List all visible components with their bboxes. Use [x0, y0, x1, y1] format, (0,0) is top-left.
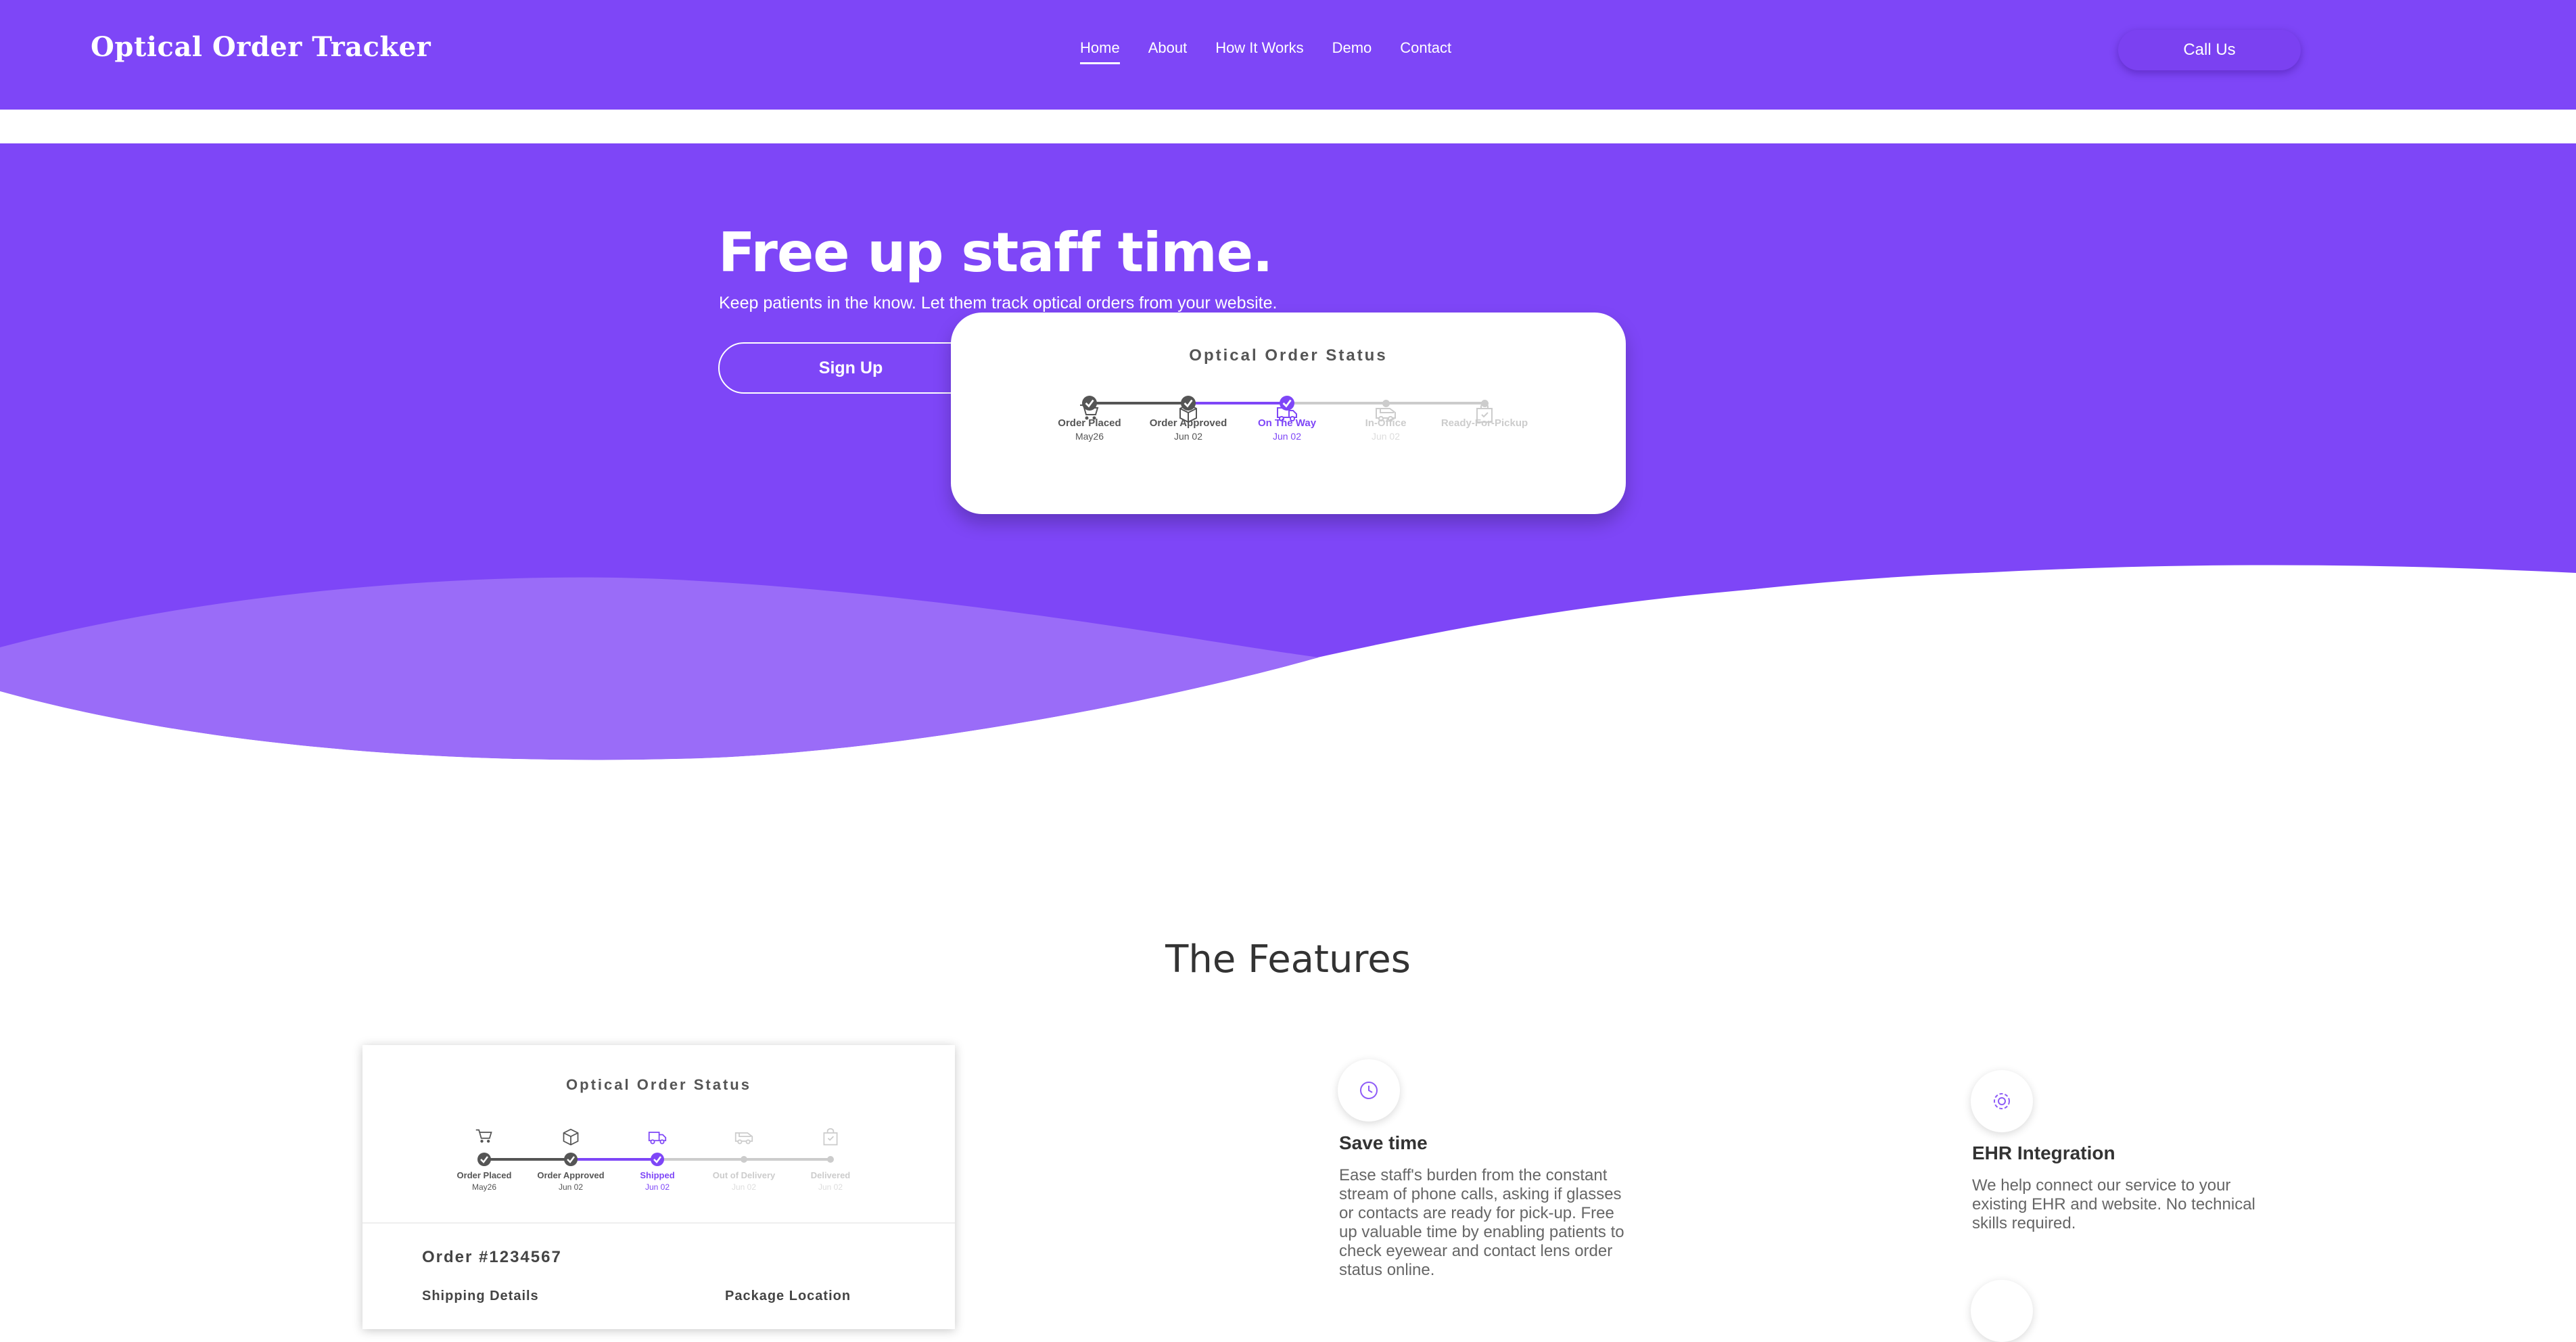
box-icon	[563, 1128, 579, 1146]
progress-line-segment	[1287, 402, 1386, 404]
status-card-title: Optical Order Status	[1189, 346, 1388, 365]
check-icon	[1184, 399, 1193, 408]
step-label: In-Office	[1365, 417, 1407, 429]
progress-line-segment	[1386, 402, 1484, 404]
step-date: Jun 02	[818, 1182, 843, 1192]
site-logo[interactable]: Optical Order Tracker	[91, 31, 431, 63]
step-dot	[1082, 396, 1097, 411]
check-icon	[653, 1156, 661, 1163]
order-number: Order #1234567	[422, 1248, 562, 1266]
step-label: Ready-For-Pickup	[1441, 417, 1528, 429]
progress-line-segment	[1188, 402, 1287, 404]
step-date: Jun 02	[1272, 431, 1302, 442]
step-label: On The Way	[1257, 417, 1317, 429]
gear-icon	[1994, 1093, 2010, 1109]
sign-up-button[interactable]: Sign Up	[718, 342, 983, 394]
step-date: Jun 02	[1371, 431, 1401, 442]
hero-title: Free up staff time.	[718, 221, 1273, 284]
feature-ehr-title: EHR Integration	[1972, 1142, 2115, 1163]
step-date: Jun 02	[1173, 431, 1203, 442]
nav-home[interactable]: Home	[1080, 39, 1120, 64]
gear-icon-badge	[1971, 1070, 2033, 1132]
main-nav: Home About How It Works Demo Contact	[1080, 39, 1480, 64]
check-icon	[567, 1156, 575, 1163]
progress-line-segment	[571, 1158, 657, 1161]
hero-subtitle: Keep patients in the know. Let them trac…	[719, 294, 1278, 313]
feature-ehr-text: We help connect our service to your exis…	[1972, 1176, 2255, 1232]
features-title: The Features	[1165, 938, 1411, 981]
header-gap	[0, 110, 2576, 143]
progress-line-segment	[1090, 402, 1188, 404]
demo-status-title: Optical Order Status	[566, 1076, 751, 1093]
feature-save-time-title: Save time	[1339, 1132, 1428, 1153]
nav-contact[interactable]: Contact	[1400, 39, 1451, 64]
step-dot	[1480, 399, 1489, 407]
progress-line-segment	[484, 1158, 571, 1161]
step-label: Order Placed	[1058, 417, 1121, 429]
progress-line-segment	[744, 1158, 830, 1161]
nav-demo[interactable]: Demo	[1332, 39, 1372, 64]
check-icon	[1282, 399, 1292, 408]
cart-icon	[475, 1129, 492, 1143]
step-dot	[827, 1156, 834, 1163]
step-label: Delivered	[810, 1170, 851, 1180]
package-location-heading: Package Location	[725, 1289, 851, 1303]
step-dot	[477, 1153, 491, 1166]
truck-icon	[648, 1132, 667, 1144]
card-divider	[362, 1222, 955, 1224]
step-date: May26	[1075, 431, 1104, 442]
feature-save-time-text: Ease staff's burden from the constant st…	[1339, 1166, 1624, 1279]
shipping-details-heading: Shipping Details	[422, 1289, 539, 1303]
step-label: Order Approved	[1149, 417, 1227, 429]
clock-icon-badge	[1338, 1059, 1400, 1121]
van-icon	[734, 1132, 753, 1144]
clock-icon	[1360, 1082, 1378, 1099]
step-dot	[1280, 396, 1294, 411]
check-icon	[1085, 399, 1094, 408]
call-us-button[interactable]: Call Us	[2118, 30, 2301, 70]
progress-line-segment	[657, 1158, 744, 1161]
nav-about[interactable]: About	[1148, 39, 1188, 64]
step-dot	[1382, 399, 1390, 407]
step-dot	[1181, 396, 1196, 411]
check-icon	[480, 1156, 488, 1163]
step-dot	[564, 1153, 578, 1166]
site-header: Optical Order Tracker Home About How It …	[0, 0, 2576, 110]
feature-icon-partial	[1971, 1280, 2033, 1342]
nav-how-it-works[interactable]: How It Works	[1215, 39, 1303, 64]
demo-order-status-card: Optical Order Status Order Placed May26 Or…	[362, 1045, 955, 1329]
hero-order-status-card: Optical Order Status Order Placed May26 Or…	[951, 313, 1626, 514]
step-dot	[741, 1156, 747, 1163]
step-dot	[651, 1153, 664, 1166]
bag-icon	[823, 1128, 838, 1146]
